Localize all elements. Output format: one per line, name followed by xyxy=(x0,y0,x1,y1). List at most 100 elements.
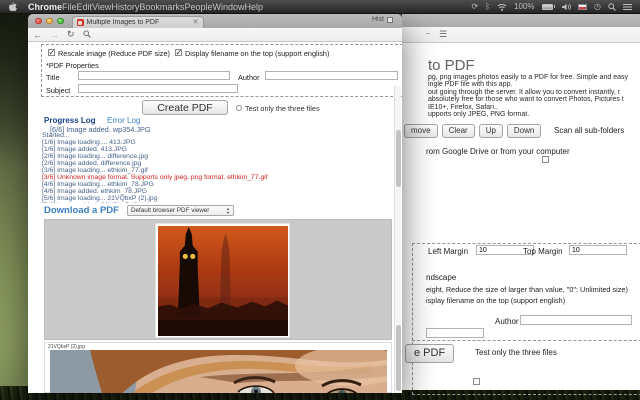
rear-browser-window: − ☰ to PDF pg, png images photos easily … xyxy=(402,14,640,395)
file-action-button[interactable]: Up xyxy=(478,124,503,138)
select-arrows-icon: ▲ ▼ xyxy=(226,206,230,215)
menu-item[interactable]: View xyxy=(92,2,111,12)
spotlight-search-icon[interactable] xyxy=(608,2,616,11)
volume-icon[interactable] xyxy=(562,3,571,11)
rescale-checkbox[interactable] xyxy=(48,48,55,57)
battery-percent: 100% xyxy=(514,2,535,11)
apple-icon[interactable] xyxy=(8,1,17,12)
menu-item[interactable]: People xyxy=(184,2,212,12)
log-line: [4/6] Image added. ethkim_78.JPG xyxy=(42,188,148,195)
rescale-label: Rescale image (Reduce PDF size) xyxy=(58,49,170,58)
log-line: [5/6] Image loading... 21VQbxP (2).jpg xyxy=(42,195,158,202)
expand-icon[interactable] xyxy=(387,16,393,23)
menu-item[interactable]: Chrome xyxy=(28,2,62,12)
intro-paragraph: pg, png images photos easily to a PDF fo… xyxy=(428,74,628,118)
divider xyxy=(412,340,640,341)
log-line: [3/6] Image loading... ethkim_77.gif xyxy=(42,167,148,174)
hamburger-menu-icon[interactable]: ☰ xyxy=(439,29,447,40)
title-label: Title xyxy=(46,73,60,82)
page-title: to PDF xyxy=(428,57,475,74)
traffic-close-button[interactable] xyxy=(35,17,42,25)
pdf-properties-label: *PDF Properties xyxy=(46,61,99,70)
file-action-button[interactable]: Down xyxy=(506,124,542,138)
preview-image-face xyxy=(50,350,387,393)
image-source-line: rom Google Drive or from your computer xyxy=(426,147,570,156)
log-line: [2/6] Image added. difference.jpg xyxy=(42,160,142,167)
landscape-label: ndscape xyxy=(426,273,457,282)
log-line: [3/6] Unknown image format. Supports onl… xyxy=(42,174,268,181)
scrollbar-thumb-lower[interactable] xyxy=(396,325,401,391)
display-filename-line: isplay filename on the top (support engl… xyxy=(426,296,566,305)
scan-subfolders-label: Scan all sub-folders xyxy=(554,126,625,135)
scan-subfolders-checkbox[interactable] xyxy=(542,156,549,163)
download-row: Download a PDF Default browser PDF viewe… xyxy=(28,203,402,219)
display-filename-checkbox[interactable] xyxy=(175,48,182,57)
menu-item[interactable]: Bookmarks xyxy=(139,2,184,12)
menu-item[interactable]: Edit xyxy=(77,2,93,12)
menu-item[interactable]: History xyxy=(111,2,139,12)
author-input[interactable] xyxy=(520,315,632,325)
create-pdf-button[interactable]: e PDF xyxy=(405,344,455,363)
pdf-preview-area xyxy=(44,219,392,340)
file-action-button[interactable]: move xyxy=(404,124,438,138)
paragraph-line: absolutely free for those who want to co… xyxy=(428,96,624,104)
title-input[interactable] xyxy=(78,71,230,80)
macos-menu-bar: ChromeFileEditViewHistoryBookmarksPeople… xyxy=(0,0,640,14)
input-language-flag-icon[interactable] xyxy=(578,3,588,10)
pdf-favicon-icon xyxy=(76,19,84,26)
bluetooth-icon[interactable]: ᛒ xyxy=(485,2,490,11)
author-input[interactable] xyxy=(265,71,398,80)
reload-icon[interactable]: ↻ xyxy=(67,29,75,40)
menu-item[interactable]: Help xyxy=(244,2,263,12)
file-action-buttons: move Clear Up Down xyxy=(404,124,545,138)
face-illustration xyxy=(50,350,387,393)
progress-log-tab[interactable]: Progress Log xyxy=(44,116,96,125)
log-line: [1/6] Image added. 413.JPG xyxy=(42,146,128,153)
sync-icon[interactable]: ⟳ xyxy=(472,2,479,11)
top-margin-input[interactable] xyxy=(569,245,627,255)
preview-image-bigben xyxy=(155,223,290,338)
pdf-viewer-select-value: Default browser PDF viewer xyxy=(131,207,210,214)
traffic-zoom-button[interactable] xyxy=(57,17,64,25)
paragraph-line: ingle PDF file with this app. xyxy=(428,81,513,89)
tab-multiple-images-to-pdf[interactable]: Multiple Images to PDF ✕ xyxy=(71,16,204,28)
window-dash-icon: − xyxy=(426,31,431,38)
log-line: Started... xyxy=(42,132,70,139)
pdf-viewer-select[interactable]: Default browser PDF viewer ▲ ▼ xyxy=(127,205,234,216)
scrollbar[interactable] xyxy=(394,86,401,393)
battery-icon[interactable] xyxy=(541,3,556,10)
clock-icon[interactable]: ◷ xyxy=(594,2,601,11)
pdf-page-2: 21VQbxP (2).jpg xyxy=(44,342,392,393)
tab-title: Multiple Images to PDF xyxy=(86,19,160,26)
author-label: Author xyxy=(495,317,519,326)
rear-tab-strip xyxy=(402,14,640,27)
wifi-icon[interactable] xyxy=(497,3,507,11)
display-filename-label: Display filename on the top (support eng… xyxy=(185,49,330,58)
menu-item[interactable]: File xyxy=(62,2,77,12)
progress-log-list: Started... [1/6] Image loading.... 413.JP… xyxy=(42,132,268,209)
forward-icon[interactable]: → xyxy=(50,30,59,40)
test-three-checkbox[interactable] xyxy=(472,378,480,385)
paragraph-line: out going through the server. It allow y… xyxy=(428,88,621,96)
test-three-label: Test only the three files xyxy=(245,104,320,113)
menu-item[interactable]: Window xyxy=(212,2,244,12)
scrollbar-thumb-upper[interactable] xyxy=(396,130,401,187)
traffic-minimize-button[interactable] xyxy=(46,17,53,25)
author-label: Author xyxy=(238,73,260,82)
toolbar-search-icon[interactable] xyxy=(82,29,91,40)
download-pdf-link[interactable]: Download a PDF xyxy=(44,205,119,216)
height-option-line: eight, Reduce the size of larger than va… xyxy=(426,285,628,294)
log-line: [2/6] Image loading... difference.jpg xyxy=(42,153,149,160)
test-three-label: Test only the three files xyxy=(475,348,557,357)
error-log-tab[interactable]: Error Log xyxy=(107,116,140,125)
pdf-properties-form: Rescale image (Reduce PDF size) Display … xyxy=(41,44,402,97)
subject-input-partial[interactable] xyxy=(426,328,484,338)
top-margin-label: Top Margin xyxy=(523,247,563,256)
test-three-radio[interactable] xyxy=(236,105,242,111)
create-pdf-button[interactable]: Create PDF xyxy=(142,100,228,115)
tab-close-icon[interactable]: ✕ xyxy=(193,19,199,26)
notification-center-icon[interactable] xyxy=(623,3,632,11)
file-action-button[interactable]: Clear xyxy=(441,124,475,138)
subject-input[interactable] xyxy=(78,84,238,93)
back-icon[interactable]: ← xyxy=(33,30,42,40)
